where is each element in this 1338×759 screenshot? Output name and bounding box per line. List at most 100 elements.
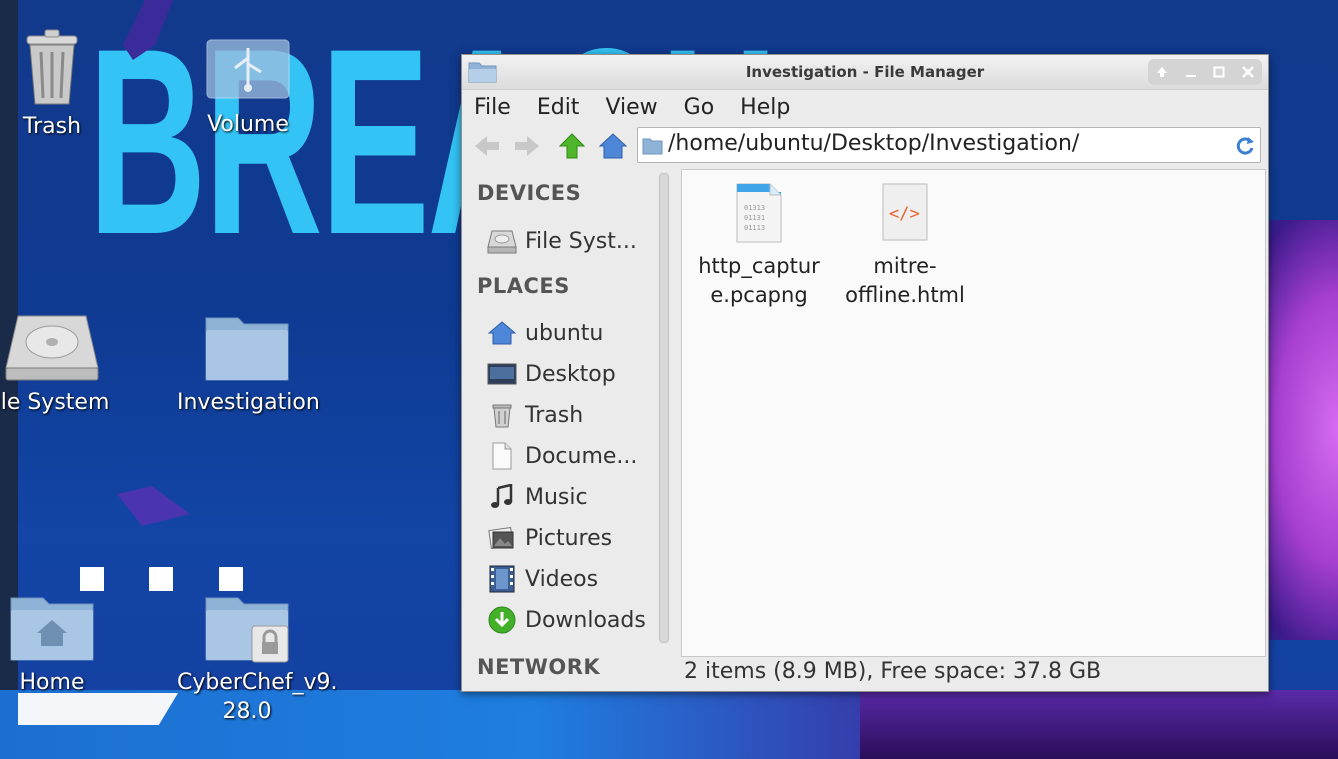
sidebar-item-label: Docume... [525, 443, 638, 469]
location-bar[interactable]: /home/ubuntu/Desktop/Investigation/ [637, 127, 1261, 163]
desktop-icon-label: ile System [0, 390, 110, 415]
sidebar-item-label: Videos [525, 566, 599, 592]
sidebar-scrollbar[interactable] [659, 173, 669, 643]
menu-help[interactable]: Help [727, 95, 803, 120]
sidebar-item-videos[interactable]: Videos [487, 561, 657, 597]
menu-go[interactable]: Go [671, 95, 728, 120]
desktop-icon-file-system[interactable]: ile System [0, 312, 122, 417]
usb-drive-icon [206, 39, 290, 99]
window-controls [1148, 59, 1262, 85]
trash-icon [492, 404, 512, 428]
location-path: /home/ubuntu/Desktop/Investigation/ [668, 131, 1080, 156]
desktop-icon-label: Trash [22, 114, 82, 139]
drive-icon [487, 230, 517, 254]
svg-text:01313: 01313 [744, 204, 765, 212]
arrow-up-icon [1157, 67, 1168, 77]
sidebar-item-label: Trash [525, 402, 584, 428]
parent-folder-button[interactable] [557, 131, 587, 161]
desktop: BREACH Trash Volume ile System Investiga… [0, 0, 1338, 759]
wallpaper-square [149, 567, 173, 591]
wallpaper-bar [18, 693, 178, 725]
wallpaper-shard [123, 0, 173, 60]
sidebar-header-network: NETWORK [477, 655, 601, 679]
sidebar-item-label: Downloads [525, 607, 646, 633]
sidebar-item-desktop[interactable]: Desktop [487, 356, 657, 392]
sidebar: DEVICES File Syst... PLACES ubuntu Deskt… [465, 169, 672, 687]
folder-icon [642, 138, 663, 155]
sidebar-header-places: PLACES [477, 274, 570, 298]
status-bar: 2 items (8.9 MB), Free space: 37.8 GB [681, 657, 1264, 687]
document-icon [492, 442, 512, 470]
home-icon [488, 321, 516, 345]
desktop-icon [487, 363, 517, 385]
close-button[interactable] [1237, 61, 1259, 83]
arrow-left-icon [475, 136, 499, 156]
sidebar-item-label: Pictures [525, 525, 613, 551]
downloads-icon [488, 606, 516, 634]
svg-text:</>: </> [889, 204, 920, 224]
sidebar-item-label: File Syst... [525, 228, 637, 254]
sidebar-item-pictures[interactable]: Pictures [487, 520, 657, 556]
close-icon [1241, 66, 1254, 78]
sidebar-item-ubuntu[interactable]: ubuntu [487, 315, 657, 351]
toolbar: /home/ubuntu/Desktop/Investigation/ [462, 125, 1268, 165]
binary-file-icon: 01313 01131 01113 [736, 183, 782, 243]
menu-file[interactable]: File [462, 95, 524, 120]
sidebar-item-trash[interactable]: Trash [487, 397, 657, 433]
menu-view[interactable]: View [592, 95, 670, 120]
file-item-mitre-offline[interactable]: </> mitre- offline.html [830, 182, 980, 310]
videos-icon [489, 565, 515, 593]
html-file-icon: </> [882, 183, 928, 241]
harddisk-icon [5, 315, 99, 381]
maximize-button[interactable] [1208, 61, 1230, 83]
shade-button[interactable] [1151, 61, 1173, 83]
reload-icon[interactable] [1234, 134, 1256, 156]
wallpaper-square [219, 567, 243, 591]
folder-icon [205, 317, 289, 381]
desktop-icon-investigation[interactable]: Investigation [177, 310, 320, 417]
pane-splitter[interactable] [675, 169, 680, 657]
desktop-icon-label: Investigation [177, 390, 320, 415]
status-text: 2 items (8.9 MB), Free space: 37.8 GB [684, 659, 1102, 684]
home-icon [598, 133, 628, 159]
desktop-icon-home[interactable]: Home [0, 590, 122, 697]
sidebar-item-label: ubuntu [525, 320, 604, 346]
sidebar-header-devices: DEVICES [477, 181, 582, 205]
back-button[interactable] [472, 131, 502, 161]
locked-folder-icon [205, 597, 289, 663]
sidebar-item-downloads[interactable]: Downloads [487, 602, 657, 638]
arrow-right-icon [515, 136, 539, 156]
pictures-icon [488, 526, 514, 550]
music-icon [491, 484, 513, 508]
sidebar-item-music[interactable]: Music [487, 479, 657, 515]
minimize-button[interactable] [1180, 61, 1202, 83]
menu-edit[interactable]: Edit [524, 95, 593, 120]
file-name: http_captur e.pcapng [698, 254, 820, 307]
sidebar-item-documents[interactable]: Docume... [487, 438, 657, 474]
svg-text:01113: 01113 [744, 224, 765, 232]
minimize-icon [1185, 75, 1196, 77]
home-button[interactable] [598, 131, 628, 161]
file-name: mitre- offline.html [845, 254, 965, 307]
desktop-icon-label: CyberChef_v9. 28.0 [177, 670, 338, 724]
sidebar-item-label: Desktop [525, 361, 616, 387]
maximize-icon [1213, 66, 1225, 78]
desktop-icon-trash[interactable]: Trash [0, 28, 122, 141]
desktop-icon-label: Home [19, 670, 85, 695]
arrow-up-icon [559, 133, 585, 159]
sidebar-item-file-system[interactable]: File Syst... [487, 223, 657, 259]
wallpaper-shard [117, 486, 190, 526]
home-folder-icon [10, 597, 94, 661]
file-item-http-capture[interactable]: 01313 01131 01113 http_captur e.pcapng [684, 182, 834, 310]
wallpaper-stage [860, 690, 1338, 759]
file-view: 01313 01131 01113 http_captur e.pcapng <… [681, 169, 1266, 657]
svg-text:01131: 01131 [744, 214, 765, 222]
menu-bar: File Edit View Go Help [462, 89, 1268, 125]
file-manager-window: Investigation - File Manager File Edit V… [461, 54, 1269, 692]
trash-icon [26, 29, 78, 105]
title-bar[interactable]: Investigation - File Manager [462, 55, 1268, 90]
desktop-icon-volume[interactable]: Volume [178, 34, 318, 139]
desktop-icon-cyberchef[interactable]: CyberChef_v9. 28.0 [177, 590, 338, 726]
desktop-icon-label: Volume [207, 112, 289, 137]
forward-button[interactable] [512, 131, 542, 161]
